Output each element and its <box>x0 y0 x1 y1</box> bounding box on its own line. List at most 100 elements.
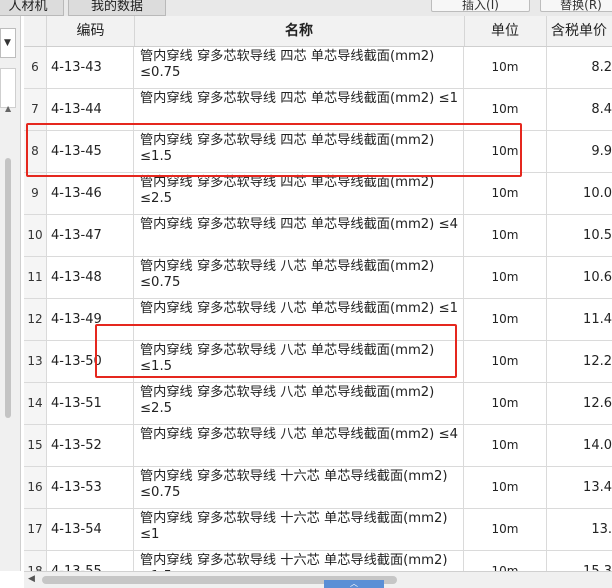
row-number: 8 <box>24 131 47 172</box>
row-name: 管内穿线 穿多芯软导线 十六芯 单芯导线截面(mm2) ≤1.5 <box>134 551 464 571</box>
insert-button[interactable]: 插入(I) <box>431 0 530 12</box>
row-unit: 10m <box>464 299 547 340</box>
row-price: 13.4 <box>583 480 612 495</box>
row-name: 管内穿线 穿多芯软导线 八芯 单芯导线截面(mm2) ≤1.5 <box>134 341 464 382</box>
table-row[interactable]: 7 4-13-44 管内穿线 穿多芯软导线 四芯 单芯导线截面(mm2) ≤1 … <box>24 89 612 131</box>
row-unit: 10m <box>464 131 547 172</box>
row-price: 13. <box>591 522 612 537</box>
header-price[interactable]: 含税单价 <box>546 16 612 46</box>
row-number: 7 <box>24 89 47 130</box>
row-number: 17 <box>24 509 47 550</box>
row-unit: 10m <box>464 47 547 88</box>
row-code: 4-13-45 <box>47 131 134 172</box>
row-name: 管内穿线 穿多芯软导线 十六芯 单芯导线截面(mm2) ≤0.75 <box>134 467 464 508</box>
row-number: 11 <box>24 257 47 298</box>
row-number: 12 <box>24 299 47 340</box>
row-number: 14 <box>24 383 47 424</box>
horizontal-scrollbar[interactable]: ◀ ︿ <box>24 571 612 588</box>
tab-my-data-label: 我的数据 <box>90 0 143 14</box>
table-row[interactable]: 16 4-13-53 管内穿线 穿多芯软导线 十六芯 单芯导线截面(mm2) ≤… <box>24 467 612 509</box>
row-number: 15 <box>24 425 47 466</box>
row-name: 管内穿线 穿多芯软导线 四芯 单芯导线截面(mm2) ≤4 <box>134 215 464 256</box>
row-number: 10 <box>24 215 47 256</box>
row-unit: 10m <box>464 551 547 571</box>
row-price: 12.2 <box>583 354 612 369</box>
row-unit: 10m <box>464 509 547 550</box>
row-number: 18 <box>24 551 47 571</box>
quota-table: 编码 名称 单位 含税单价 6 4-13-43 管内穿线 穿多芯软导线 四芯 单… <box>24 16 612 571</box>
header-name[interactable]: 名称 <box>134 16 465 46</box>
row-code: 4-13-47 <box>47 215 134 256</box>
tab-materials-label: 人材机 <box>8 0 48 14</box>
row-price: 15.3 <box>546 551 612 571</box>
row-name: 管内穿线 穿多芯软导线 十六芯 单芯导线截面(mm2) ≤1 <box>134 509 464 550</box>
row-code: 4-13-49 <box>47 299 134 340</box>
row-code: 4-13-52 <box>47 425 134 466</box>
row-name: 管内穿线 穿多芯软导线 四芯 单芯导线截面(mm2) ≤0.75 <box>134 47 464 88</box>
row-code: 4-13-53 <box>47 467 134 508</box>
arrow-up-icon[interactable]: ▲ <box>5 104 11 113</box>
row-price: 12.6 <box>583 396 612 411</box>
row-price: 8.4 <box>591 102 612 117</box>
row-code: 4-13-55 <box>47 551 134 571</box>
row-unit: 10m <box>464 215 547 256</box>
row-name: 管内穿线 穿多芯软导线 八芯 单芯导线截面(mm2) ≤2.5 <box>134 383 464 424</box>
table-row[interactable]: 14 4-13-51 管内穿线 穿多芯软导线 八芯 单芯导线截面(mm2) ≤2… <box>24 383 612 425</box>
row-unit: 10m <box>464 467 547 508</box>
row-number: 6 <box>24 47 47 88</box>
row-price: 9.9 <box>591 144 612 159</box>
row-number: 16 <box>24 467 47 508</box>
table-row[interactable]: 13 4-13-50 管内穿线 穿多芯软导线 八芯 单芯导线截面(mm2) ≤1… <box>24 341 612 383</box>
row-number: 13 <box>24 341 47 382</box>
row-code: 4-13-50 <box>47 341 134 382</box>
tab-materials[interactable]: 人材机 <box>0 0 64 16</box>
row-code: 4-13-44 <box>47 89 134 130</box>
row-name: 管内穿线 穿多芯软导线 八芯 单芯导线截面(mm2) ≤1 <box>134 299 464 340</box>
arrow-left-icon[interactable]: ◀ <box>28 574 35 584</box>
table-row[interactable]: 18 4-13-55 管内穿线 穿多芯软导线 十六芯 单芯导线截面(mm2) ≤… <box>24 551 612 571</box>
row-name: 管内穿线 穿多芯软导线 八芯 单芯导线截面(mm2) ≤0.75 <box>134 257 464 298</box>
row-unit: 10m <box>464 257 547 298</box>
left-panel: ▼ ▲ <box>0 16 21 571</box>
table-row[interactable]: 15 4-13-52 管内穿线 穿多芯软导线 八芯 单芯导线截面(mm2) ≤4… <box>24 425 612 467</box>
row-name: 管内穿线 穿多芯软导线 四芯 单芯导线截面(mm2) ≤1 <box>134 89 464 130</box>
replace-button[interactable]: 替换(R) <box>540 0 612 12</box>
table-row[interactable]: 8 4-13-45 管内穿线 穿多芯软导线 四芯 单芯导线截面(mm2) ≤1.… <box>24 131 612 173</box>
row-unit: 10m <box>464 383 547 424</box>
tab-my-data[interactable]: 我的数据 <box>68 0 166 16</box>
table-row[interactable]: 9 4-13-46 管内穿线 穿多芯软导线 四芯 单芯导线截面(mm2) ≤2.… <box>24 173 612 215</box>
row-code: 4-13-51 <box>47 383 134 424</box>
left-scrollbar-thumb[interactable] <box>5 158 11 418</box>
row-unit: 10m <box>464 173 547 214</box>
row-name: 管内穿线 穿多芯软导线 八芯 单芯导线截面(mm2) ≤4 <box>134 425 464 466</box>
row-code: 4-13-46 <box>47 173 134 214</box>
table-row[interactable]: 12 4-13-49 管内穿线 穿多芯软导线 八芯 单芯导线截面(mm2) ≤1… <box>24 299 612 341</box>
row-number: 9 <box>24 173 47 214</box>
row-code: 4-13-43 <box>47 47 134 88</box>
table-row[interactable]: 11 4-13-48 管内穿线 穿多芯软导线 八芯 单芯导线截面(mm2) ≤0… <box>24 257 612 299</box>
row-name: 管内穿线 穿多芯软导线 四芯 单芯导线截面(mm2) ≤1.5 <box>134 131 464 172</box>
table-row[interactable]: 6 4-13-43 管内穿线 穿多芯软导线 四芯 单芯导线截面(mm2) ≤0.… <box>24 47 612 89</box>
row-unit: 10m <box>464 89 547 130</box>
row-price: 8.2 <box>591 60 612 75</box>
row-price: 10.6 <box>583 270 612 285</box>
row-price: 10.5 <box>583 228 612 243</box>
row-unit: 10m <box>464 425 547 466</box>
header-row-number <box>24 16 47 46</box>
table-row[interactable]: 17 4-13-54 管内穿线 穿多芯软导线 十六芯 单芯导线截面(mm2) ≤… <box>24 509 612 551</box>
row-code: 4-13-54 <box>47 509 134 550</box>
row-unit: 10m <box>464 341 547 382</box>
row-price: 10.0 <box>583 186 612 201</box>
table-row[interactable]: 10 4-13-47 管内穿线 穿多芯软导线 四芯 单芯导线截面(mm2) ≤4… <box>24 215 612 257</box>
row-code: 4-13-48 <box>47 257 134 298</box>
category-tree[interactable] <box>0 68 16 108</box>
header-code[interactable]: 编码 <box>47 16 135 46</box>
chevron-down-icon: ▼ <box>4 38 11 48</box>
row-name: 管内穿线 穿多芯软导线 四芯 单芯导线截面(mm2) ≤2.5 <box>134 173 464 214</box>
category-dropdown[interactable]: ▼ <box>0 28 16 58</box>
table-header: 编码 名称 单位 含税单价 <box>24 16 612 47</box>
row-price: 14.0 <box>583 438 612 453</box>
tab-bar: 人材机 我的数据 插入(I) 替换(R) <box>0 0 612 16</box>
row-price: 11.4 <box>583 312 612 327</box>
header-unit[interactable]: 单位 <box>464 16 547 46</box>
